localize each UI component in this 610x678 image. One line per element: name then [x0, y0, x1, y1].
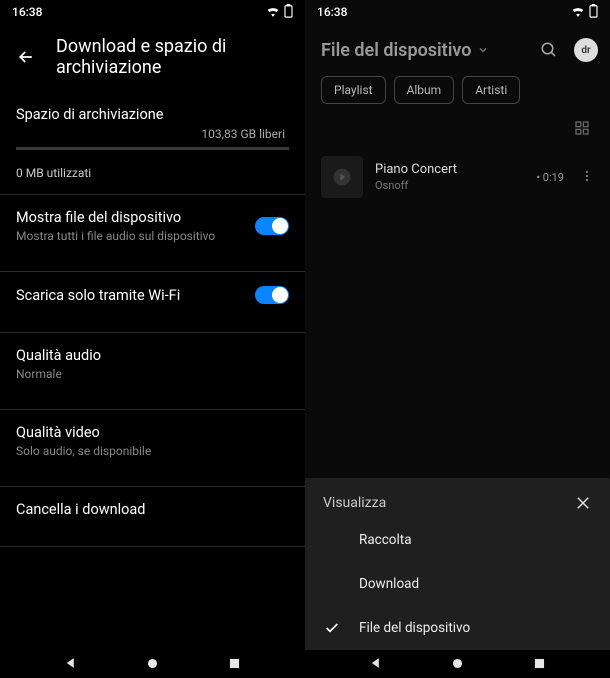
header: File del dispositivo dr	[305, 24, 610, 76]
tabs: Playlist Album Artisti	[305, 76, 610, 118]
tab-album[interactable]: Album	[394, 76, 455, 104]
nav-bar	[305, 650, 610, 678]
tab-playlist[interactable]: Playlist	[321, 76, 386, 104]
status-icons	[266, 4, 293, 21]
track-title: Piano Concert	[375, 162, 526, 177]
status-time: 16:38	[12, 5, 42, 19]
nav-back-icon[interactable]	[369, 655, 383, 674]
menu-label: File del dispositivo	[359, 620, 470, 636]
track-duration: • 0:19	[536, 171, 564, 184]
nav-home-icon[interactable]	[451, 655, 464, 674]
wifi-icon	[266, 5, 280, 20]
row-title: Cancella i download	[16, 501, 289, 518]
battery-icon	[284, 4, 293, 21]
row-title: Mostra file del dispositivo	[16, 209, 255, 226]
search-button[interactable]	[540, 41, 558, 59]
storage-header: Spazio di archiviazione	[16, 106, 289, 123]
menu-item-download[interactable]: Download	[305, 562, 610, 606]
status-bar: 16:38	[0, 0, 305, 24]
wifi-icon	[571, 5, 585, 20]
settings-screen: 16:38 Download e spazio di archiviazione…	[0, 0, 305, 678]
nav-back-icon[interactable]	[64, 655, 78, 674]
nav-recent-icon[interactable]	[228, 655, 241, 674]
header: Download e spazio di archiviazione	[0, 24, 305, 92]
storage-progress	[16, 147, 289, 150]
check-icon	[323, 620, 341, 636]
track-row[interactable]: Piano Concert Osnoff • 0:19	[305, 146, 610, 208]
status-bar: 16:38	[305, 0, 610, 24]
row-audio-quality[interactable]: Qualità audio Normale	[0, 333, 305, 395]
nav-recent-icon[interactable]	[533, 655, 546, 674]
row-sub: Mostra tutti i file audio sul dispositiv…	[16, 229, 255, 243]
track-artwork	[321, 156, 363, 198]
row-sub: Solo audio, se disponibile	[16, 444, 289, 458]
back-button[interactable]	[16, 47, 36, 67]
row-video-quality[interactable]: Qualità video Solo audio, se disponibile	[0, 410, 305, 472]
row-title: Qualità audio	[16, 347, 289, 364]
track-more-button[interactable]	[576, 164, 598, 191]
battery-icon	[589, 4, 598, 21]
menu-label: Download	[359, 576, 419, 592]
nav-home-icon[interactable]	[146, 655, 159, 674]
menu-item-raccolta[interactable]: Raccolta	[305, 518, 610, 562]
library-screen: 16:38 File del dispositivo dr Playlist A…	[305, 0, 610, 678]
nav-bar	[0, 650, 305, 678]
close-button[interactable]	[574, 494, 592, 512]
chevron-down-icon	[477, 44, 489, 56]
storage-free: 103,83 GB liberi	[16, 127, 289, 141]
divider	[0, 546, 305, 547]
row-show-files[interactable]: Mostra file del dispositivo Mostra tutti…	[0, 195, 305, 257]
storage-used: 0 MB utilizzati	[0, 158, 305, 180]
row-title: Scarica solo tramite Wi-Fi	[16, 287, 255, 304]
page-title-text: File del dispositivo	[321, 40, 471, 61]
track-artist: Osnoff	[375, 179, 526, 192]
row-clear-downloads[interactable]: Cancella i download	[0, 487, 305, 532]
avatar[interactable]: dr	[574, 38, 598, 62]
storage-section: Spazio di archiviazione 103,83 GB liberi	[0, 92, 305, 158]
row-title: Qualità video	[16, 424, 289, 441]
page-title: Download e spazio di archiviazione	[56, 36, 289, 78]
tab-artisti[interactable]: Artisti	[462, 76, 520, 104]
grid-view-button[interactable]	[305, 118, 610, 146]
status-icons	[571, 4, 598, 21]
row-sub: Normale	[16, 367, 289, 381]
toggle-show-files[interactable]	[255, 217, 289, 235]
page-title-dropdown[interactable]: File del dispositivo	[321, 40, 530, 61]
menu-label: Raccolta	[359, 532, 412, 548]
row-wifi-only[interactable]: Scarica solo tramite Wi-Fi	[0, 272, 305, 318]
view-menu-overlay: Visualizza Raccolta Download File del di…	[305, 478, 610, 650]
overlay-title: Visualizza	[323, 495, 386, 511]
menu-item-file-dispositivo[interactable]: File del dispositivo	[305, 606, 610, 650]
status-time: 16:38	[317, 5, 347, 19]
toggle-wifi-only[interactable]	[255, 286, 289, 304]
